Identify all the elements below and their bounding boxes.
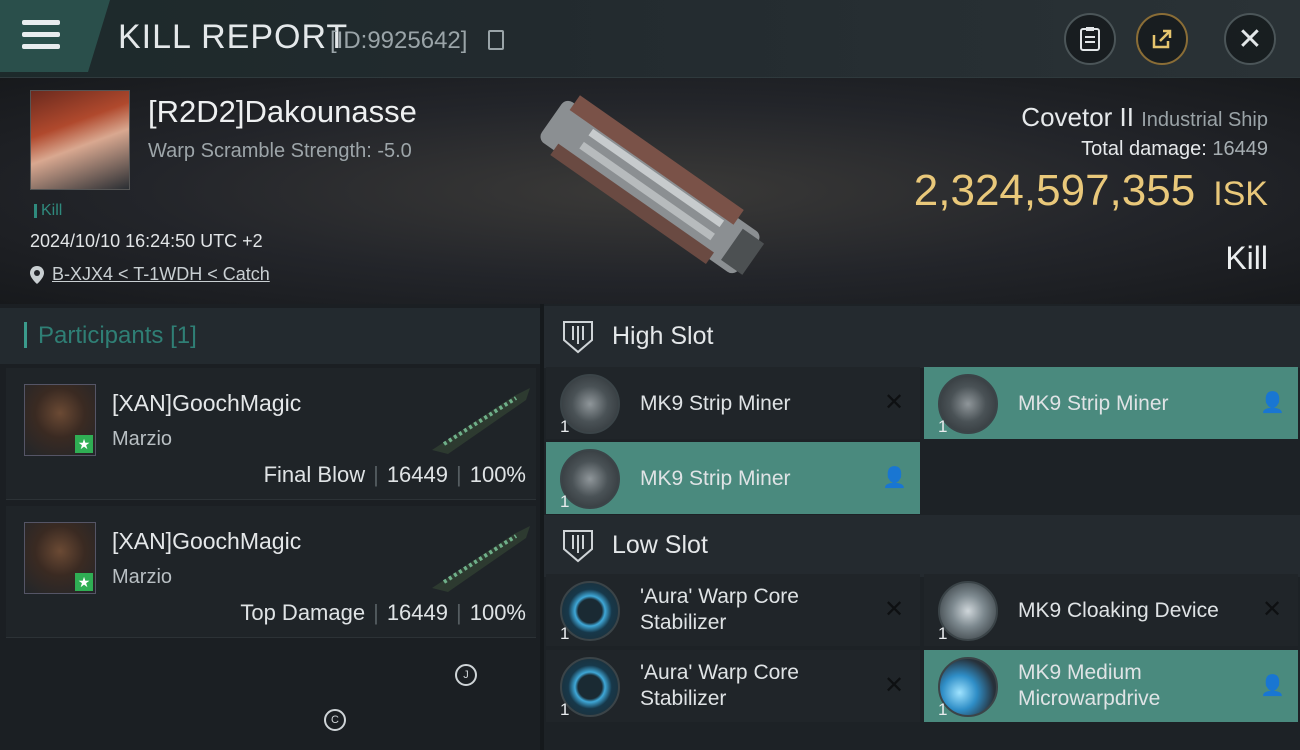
participant-percent: 100% [469,600,526,625]
total-damage-label: Total damage: [1081,138,1207,160]
item-quantity: 1 [938,624,948,643]
low-slot-header: Low Slot [544,515,1300,577]
high-slot-item[interactable]: 1 MK9 Strip Miner 👤 [924,367,1298,439]
clipboard-button[interactable] [1064,13,1116,65]
item-name: MK9 Strip Miner [640,467,791,490]
kill-id: [ID:9925642] [330,27,468,54]
share-button[interactable] [1136,13,1188,65]
overlay-circle-icon: C [324,709,346,731]
destroyed-icon: ✕ [883,596,905,623]
isk-value-row: 2,324,597,355 ISK [914,166,1268,216]
star-icon: ★ [75,435,93,453]
low-slot-item[interactable]: 1 'Aura' Warp Core Stabilizer ✕ [546,650,920,722]
item-name: MK9 Medium Microwarpdrive [1018,661,1161,710]
star-icon: ★ [75,573,93,591]
victim-portrait[interactable] [30,90,130,190]
participant-damage: 16449 [386,600,448,625]
total-damage-value: 16449 [1212,138,1268,160]
high-slot-header: High Slot [544,306,1300,368]
low-slot-item[interactable]: 1 MK9 Medium Microwarpdrive 👤 [924,650,1298,722]
top-bar: KILL REPORT [ID:9925642] ✕ [0,0,1300,78]
item-quantity: 1 [938,417,948,436]
participant-stats: Final Blow | 16449 | 100% [263,462,526,487]
hamburger-menu-icon[interactable] [22,20,60,50]
close-icon: ✕ [1237,22,1263,56]
participant-name: [XAN]GoochMagic [112,390,302,416]
high-slot-icon [563,321,593,354]
participant-row[interactable]: ★ [XAN]GoochMagic Marzio Top Damage | 1644… [6,506,536,638]
participant-avatar: ★ [24,384,96,456]
participant-corp: Marzio [112,428,173,450]
kill-location: B-XJX4 < T-1WDH < Catch [30,264,270,285]
kill-timestamp: 2024/10/10 16:24:50 UTC +2 [30,231,263,251]
participant-role: Top Damage [240,600,366,625]
ship-class: Industrial Ship [1141,109,1268,131]
low-slot-item[interactable]: 1 'Aura' Warp Core Stabilizer ✕ [546,574,920,646]
clipboard-icon [1080,27,1100,51]
participant-avatar: ★ [24,522,96,594]
copy-icon[interactable] [488,30,504,50]
item-name: MK9 Cloaking Device [1018,599,1219,622]
item-name: MK9 Strip Miner [1018,392,1169,415]
dropped-person-icon: 👤 [882,467,907,489]
page-title: KILL REPORT [118,18,349,56]
participant-percent: 100% [469,462,526,487]
participant-ship-icon [432,388,530,454]
share-icon [1152,29,1172,49]
participant-name: [XAN]GoochMagic [112,528,302,554]
close-button[interactable]: ✕ [1224,13,1276,65]
destroyed-icon: ✕ [1261,596,1283,623]
participant-ship-icon [432,526,530,592]
participant-stats: Top Damage | 16449 | 100% [240,600,526,625]
participants-count: [1] [170,322,197,349]
dropped-person-icon: 👤 [1260,675,1285,697]
participants-title: Participants [1] [38,322,197,350]
isk-unit: ISK [1213,175,1268,213]
participants-label: Participants [38,322,164,349]
participants-header-bar [24,322,27,348]
participant-corp: Marzio [112,566,173,588]
kill-tag: Kill [34,202,62,220]
victim-ship-image[interactable] [510,92,790,282]
victim-name[interactable]: [R2D2]Dakounasse [148,94,417,130]
warp-scramble-strength: Warp Scramble Strength: -5.0 [148,140,412,162]
high-slot-title: High Slot [612,322,714,350]
dropped-person-icon: 👤 [1260,392,1285,414]
participant-role: Final Blow [263,462,366,487]
item-name: MK9 Strip Miner [640,392,791,415]
destroyed-icon: ✕ [883,389,905,416]
location-link[interactable]: B-XJX4 < T-1WDH < Catch [52,264,270,285]
ship-name: Covetor II [1021,102,1135,132]
item-quantity: 1 [938,700,948,719]
item-quantity: 1 [560,492,570,511]
low-slot-item[interactable]: 1 MK9 Cloaking Device ✕ [924,574,1298,646]
item-quantity: 1 [560,700,570,719]
item-name: 'Aura' Warp Core Stabilizer [640,585,799,634]
item-name: 'Aura' Warp Core Stabilizer [640,661,799,710]
total-damage: Total damage: 16449 [1081,138,1268,161]
item-quantity: 1 [560,624,570,643]
high-slot-item[interactable]: 1 MK9 Strip Miner 👤 [546,442,920,514]
participant-row[interactable]: ★ [XAN]GoochMagic Marzio Final Blow | 1644… [6,368,536,500]
result-label: Kill [1225,240,1268,276]
high-slot-item[interactable]: 1 MK9 Strip Miner ✕ [546,367,920,439]
participant-damage: 16449 [386,462,448,487]
location-pin-icon [30,265,44,284]
low-slot-title: Low Slot [612,531,708,559]
low-slot-icon [563,530,593,563]
ship-type[interactable]: Covetor II Industrial Ship [1021,102,1268,133]
destroyed-icon: ✕ [883,672,905,699]
overlay-circle-icon: J [455,664,477,686]
item-quantity: 1 [560,417,570,436]
isk-value: 2,324,597,355 [913,166,1196,215]
